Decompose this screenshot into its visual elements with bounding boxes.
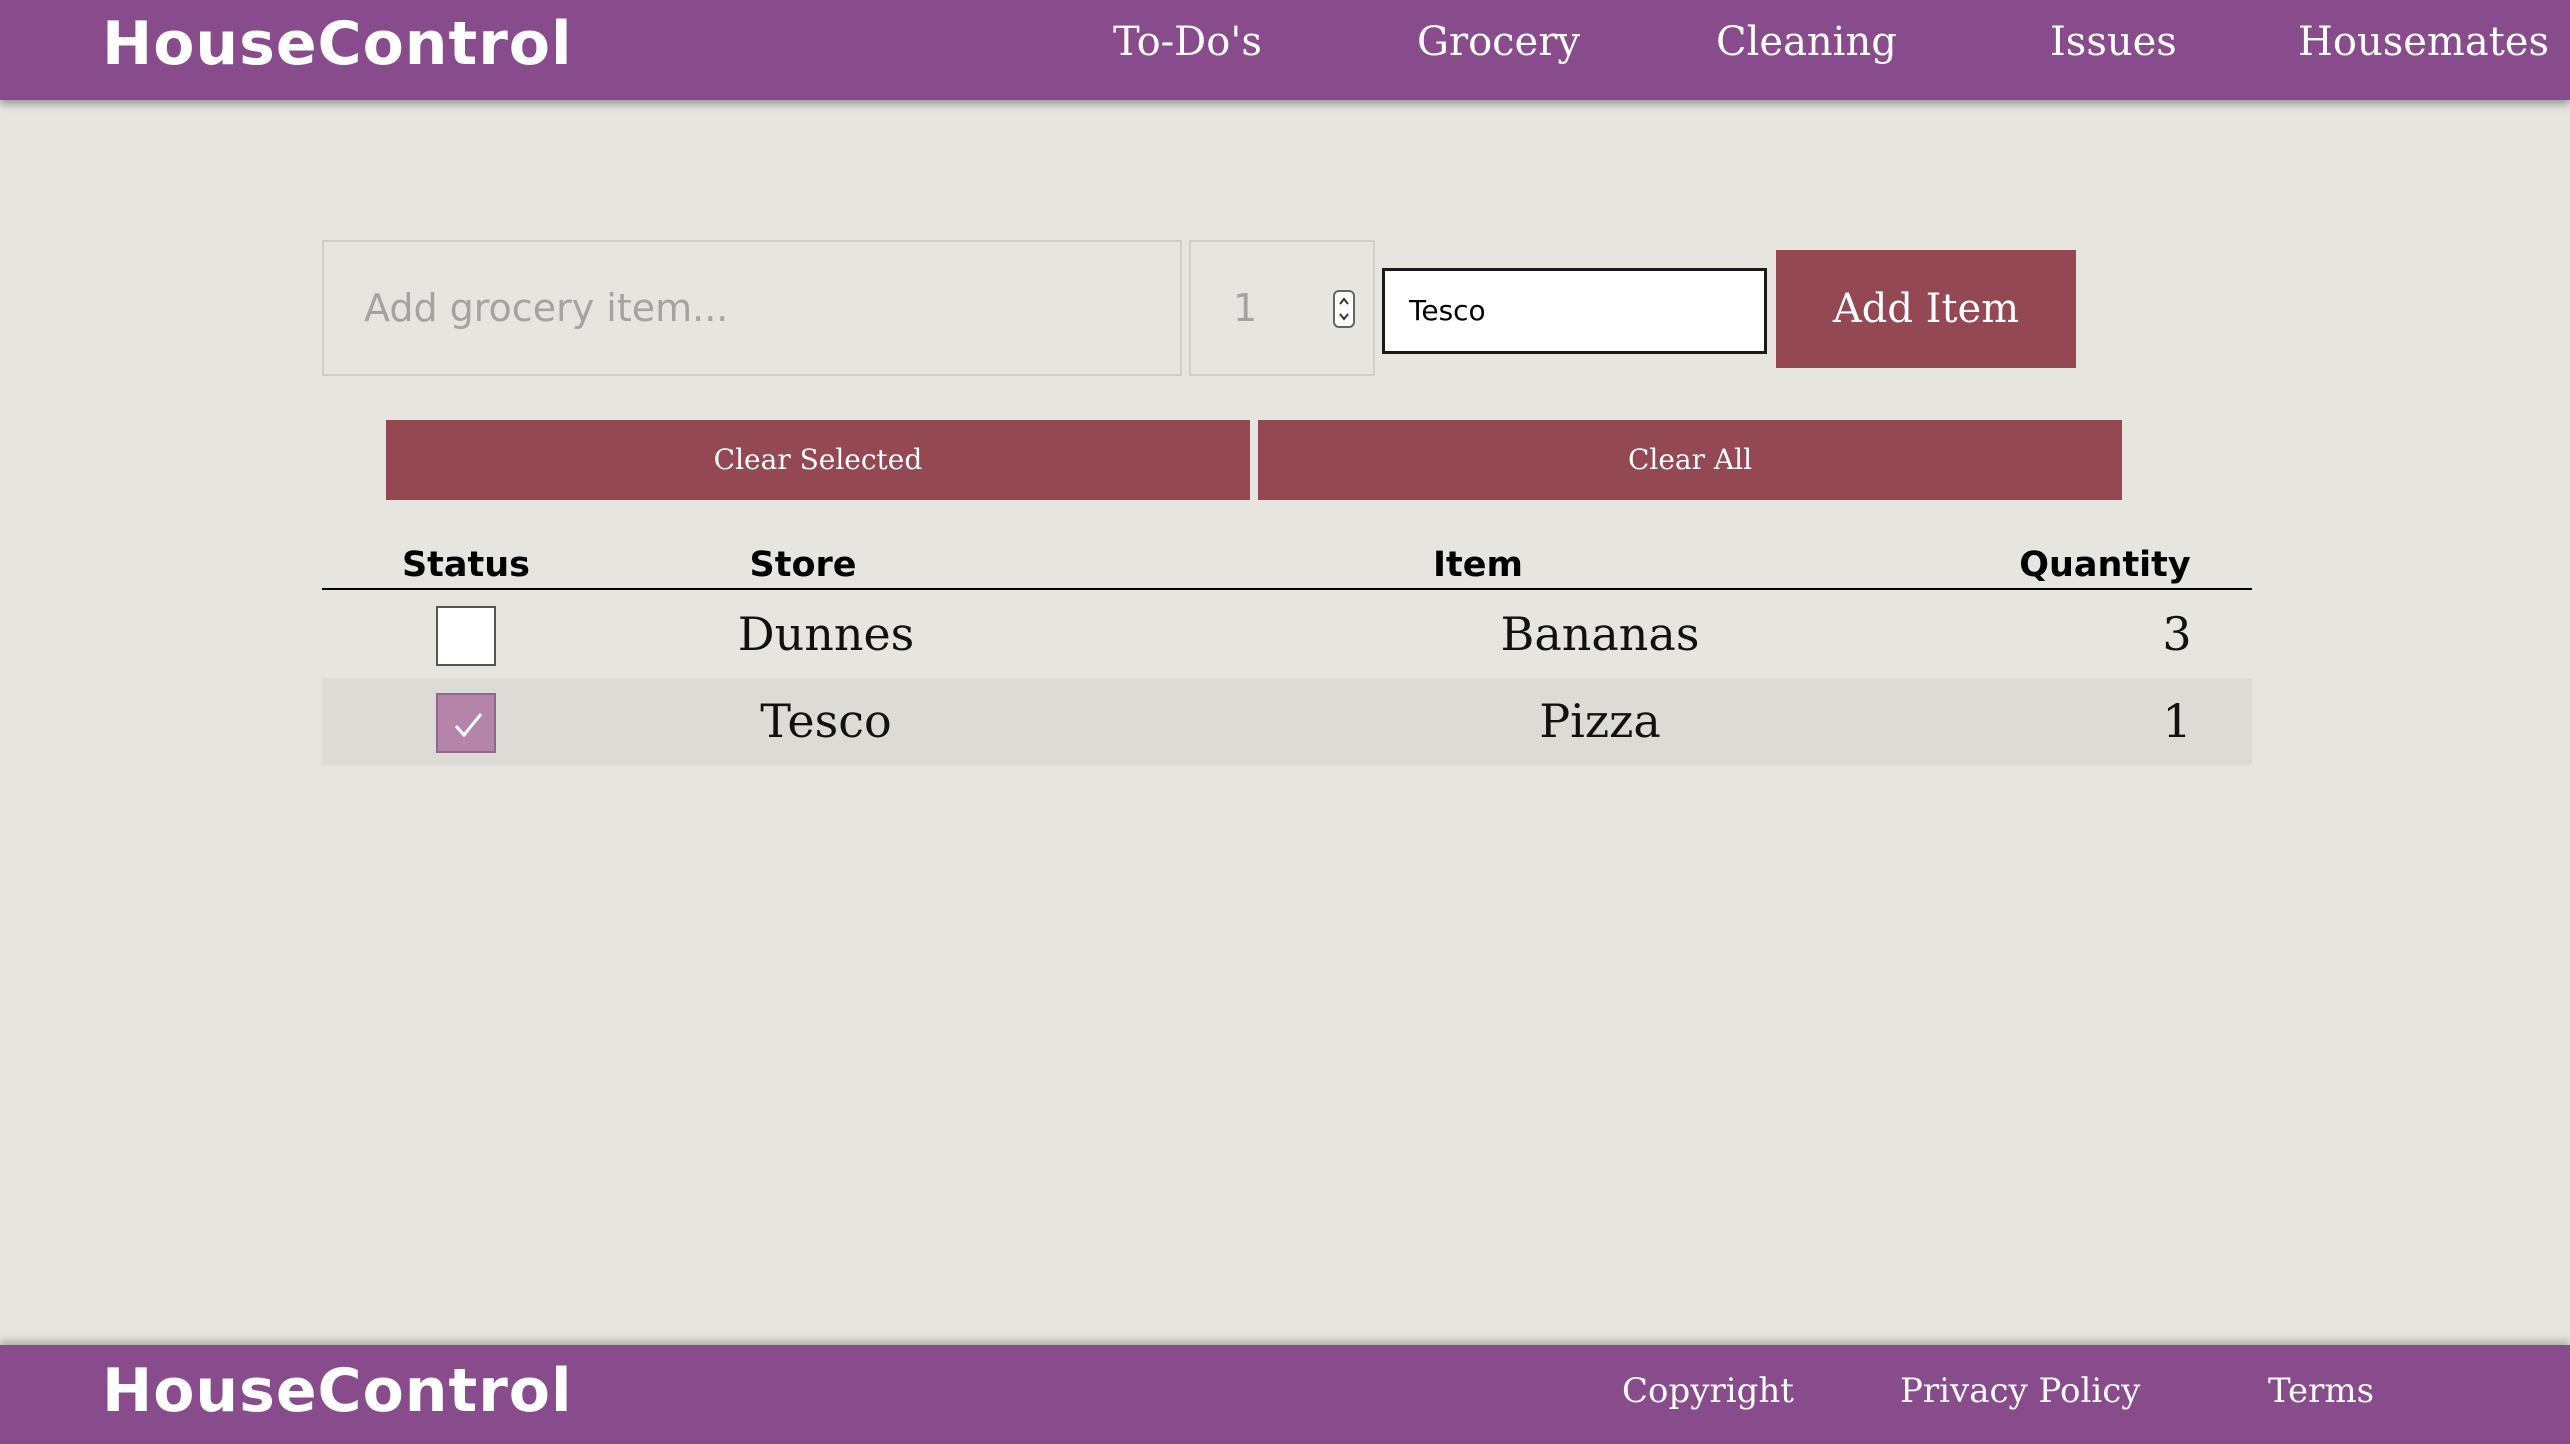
nav-housemates[interactable]: Housemates xyxy=(2298,20,2549,64)
footer-link-privacy-policy[interactable]: Privacy Policy xyxy=(1900,1371,2141,1411)
add-item-button[interactable]: Add Item xyxy=(1776,250,2076,368)
table-row: Dunnes Bananas 3 xyxy=(322,591,2252,678)
item-cell: Pizza xyxy=(1539,694,1661,748)
grocery-item-input[interactable] xyxy=(322,240,1182,376)
quantity-cell: 3 xyxy=(2162,607,2192,661)
store-cell: Tesco xyxy=(760,694,892,748)
brand-logo[interactable]: HouseControl xyxy=(102,14,573,74)
clear-all-button[interactable]: Clear All xyxy=(1258,420,2122,500)
nav-grocery[interactable]: Grocery xyxy=(1417,20,1580,64)
top-navbar: HouseControl To-Do's Grocery Cleaning Is… xyxy=(0,0,2570,100)
status-checkbox[interactable] xyxy=(436,693,496,753)
spinner-arrows-icon[interactable] xyxy=(1333,290,1355,328)
column-header-store: Store xyxy=(749,545,857,585)
checkmark-icon xyxy=(454,713,483,738)
column-header-status: Status xyxy=(401,545,531,585)
footer-brand-logo[interactable]: HouseControl xyxy=(102,1361,573,1421)
status-checkbox[interactable] xyxy=(436,606,496,666)
store-cell: Dunnes xyxy=(737,607,915,661)
nav-cleaning[interactable]: Cleaning xyxy=(1716,20,1897,64)
clear-selected-button[interactable]: Clear Selected xyxy=(386,420,1250,500)
quantity-stepper[interactable]: 1 xyxy=(1189,240,1375,376)
status-cell xyxy=(322,678,610,765)
quantity-cell: 1 xyxy=(2162,694,2192,748)
status-cell xyxy=(322,591,610,678)
column-header-quantity: Quantity xyxy=(2019,545,2191,585)
nav-issues[interactable]: Issues xyxy=(2050,20,2177,64)
quantity-value: 1 xyxy=(1233,286,1258,330)
store-select[interactable]: Tesco xyxy=(1382,268,1767,354)
footer: HouseControl Copyright Privacy Policy Te… xyxy=(0,1345,2570,1444)
table-row: Tesco Pizza 1 xyxy=(322,678,2252,765)
column-header-item: Item xyxy=(1433,545,1523,585)
nav-todos[interactable]: To-Do's xyxy=(1113,20,1262,64)
header-divider xyxy=(322,588,2252,590)
footer-link-copyright[interactable]: Copyright xyxy=(1622,1371,1794,1411)
item-cell: Bananas xyxy=(1500,607,1700,661)
footer-link-terms[interactable]: Terms xyxy=(2268,1371,2374,1411)
